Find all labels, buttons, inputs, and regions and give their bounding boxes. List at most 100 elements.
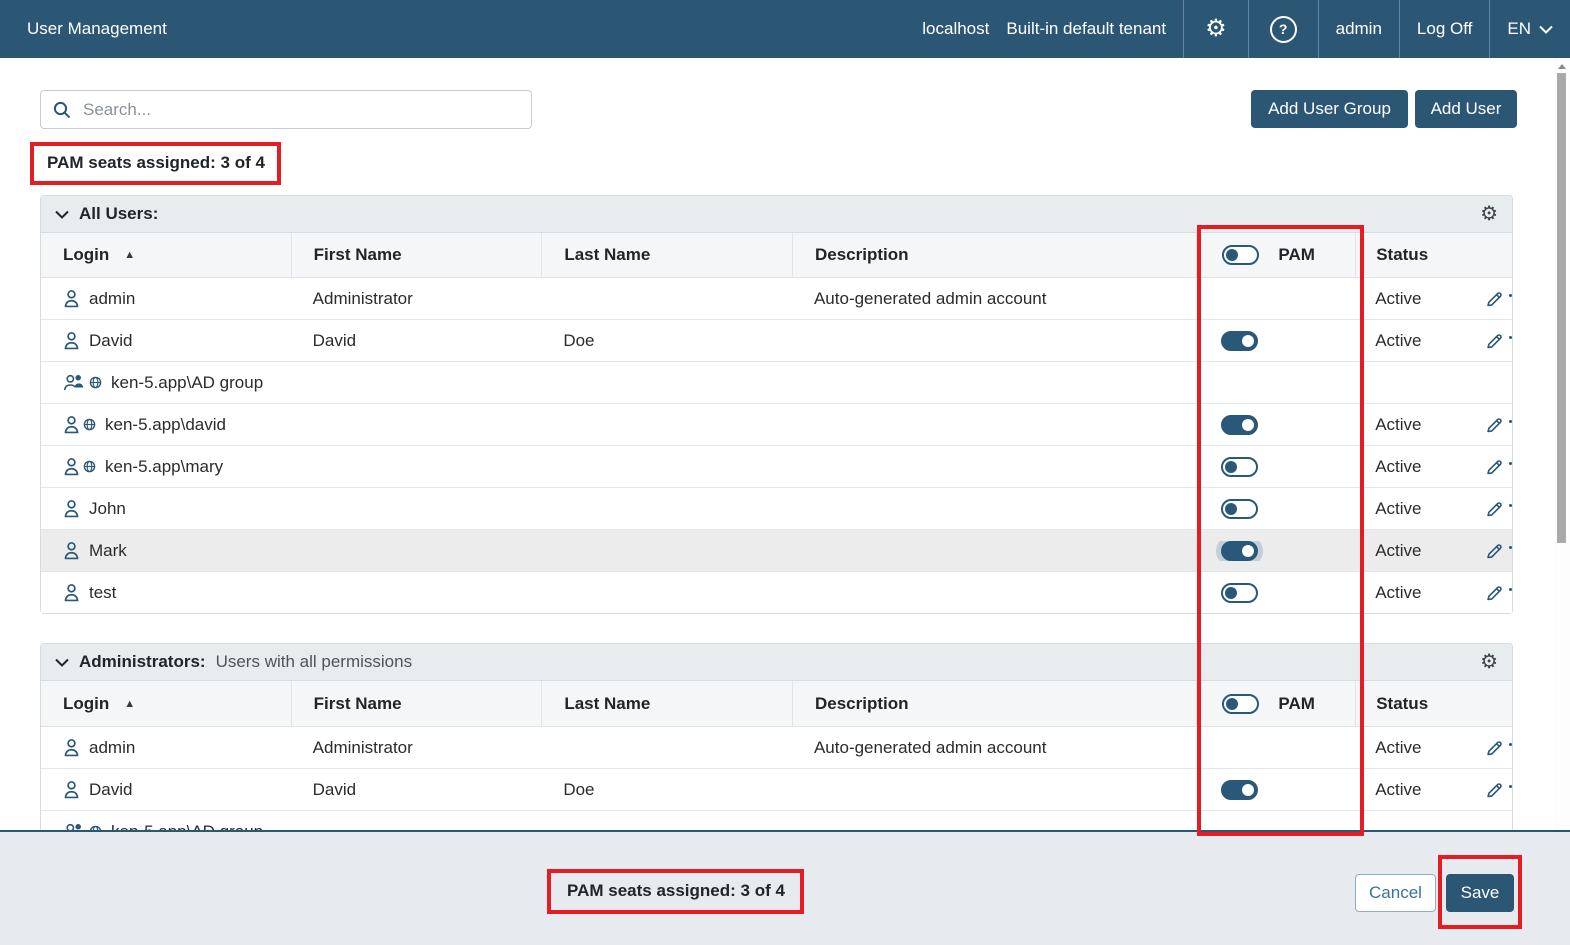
- status-cell: Active: [1355, 541, 1512, 561]
- table-row[interactable]: JohnActive: [41, 488, 1512, 530]
- scrollbar-thumb[interactable]: [1557, 73, 1566, 543]
- login-cell: admin: [41, 738, 291, 758]
- vertical-scrollbar[interactable]: [1554, 58, 1570, 832]
- status-cell: Active: [1355, 415, 1512, 435]
- edit-pencil-icon[interactable]: [1485, 331, 1504, 350]
- pam-toggle[interactable]: [1221, 499, 1258, 519]
- pam-toggle[interactable]: [1221, 583, 1258, 603]
- description-cell: Auto-generated admin account: [792, 738, 1196, 758]
- pam-cell: [1196, 415, 1355, 435]
- edit-pencil-icon[interactable]: [1485, 780, 1504, 799]
- first-name-cell: David: [291, 780, 542, 800]
- column-header-first-name[interactable]: First Name: [291, 681, 542, 726]
- pam-toggle[interactable]: [1221, 331, 1258, 351]
- pam-toggle[interactable]: [1221, 780, 1258, 800]
- current-user-menu[interactable]: admin: [1319, 0, 1399, 58]
- login-cell: admin: [41, 289, 291, 309]
- column-header-login[interactable]: Login ▲: [41, 233, 291, 277]
- login-label: ken-5.app\david: [105, 415, 226, 435]
- log-off-button[interactable]: Log Off: [1400, 0, 1489, 58]
- user-icon: [63, 583, 80, 602]
- globe-icon: [89, 376, 102, 389]
- table-row[interactable]: adminAdministratorAuto-generated admin a…: [41, 278, 1512, 320]
- login-label: admin: [89, 289, 135, 309]
- pam-toggle[interactable]: [1221, 541, 1258, 561]
- collapse-chevron-icon: [55, 658, 69, 667]
- sort-ascending-icon: ▲: [124, 249, 135, 261]
- search-box[interactable]: [40, 90, 532, 129]
- edit-pencil-icon[interactable]: [1485, 583, 1504, 602]
- clipped-glyph: [1509, 294, 1512, 297]
- section-gear-icon[interactable]: ⚙: [1480, 652, 1498, 672]
- user-globe-icon: [63, 415, 96, 434]
- login-cell: Mark: [41, 541, 291, 561]
- status-cell: Active: [1355, 780, 1512, 800]
- edit-pencil-icon[interactable]: [1485, 415, 1504, 434]
- globe-icon: [83, 460, 96, 473]
- table-row[interactable]: Mark Active: [41, 530, 1512, 572]
- pam-toggle[interactable]: [1221, 457, 1258, 477]
- section-title: Administrators:: [79, 652, 206, 672]
- column-header-last-name[interactable]: Last Name: [541, 233, 792, 277]
- user-group-icon: [63, 373, 86, 392]
- help-icon: ?: [1270, 16, 1297, 43]
- column-header-description[interactable]: Description: [792, 233, 1196, 277]
- search-input[interactable]: [81, 99, 519, 121]
- language-selector[interactable]: EN: [1490, 0, 1570, 58]
- login-cell: David: [41, 780, 291, 800]
- column-header-first-name[interactable]: First Name: [291, 233, 542, 277]
- edit-pencil-icon[interactable]: [1485, 289, 1504, 308]
- pam-toggle-all[interactable]: [1222, 694, 1259, 714]
- user-icon: [63, 738, 80, 757]
- help-button[interactable]: ?: [1249, 0, 1318, 58]
- table-row[interactable]: adminAdministratorAuto-generated admin a…: [41, 727, 1512, 769]
- table-row[interactable]: ken-5.app\AD group: [41, 362, 1512, 404]
- column-header-status[interactable]: Status: [1355, 681, 1512, 726]
- table-row[interactable]: ken-5.app\david Active: [41, 404, 1512, 446]
- login-cell: David: [41, 331, 291, 351]
- host-label: localhost: [905, 0, 997, 58]
- login-cell: ken-5.app\david: [41, 415, 291, 435]
- gear-icon: ⚙: [1205, 17, 1227, 41]
- section-subtitle: Users with all permissions: [216, 652, 413, 672]
- chevron-down-icon: [1539, 25, 1553, 34]
- administrators-section-header[interactable]: Administrators: Users with all permissio…: [41, 644, 1512, 681]
- section-gear-icon[interactable]: ⚙: [1480, 204, 1498, 224]
- top-navbar: User Management localhost Built-in defau…: [0, 0, 1570, 58]
- group-globe-icon: [63, 373, 102, 392]
- status-label: Active: [1375, 780, 1421, 800]
- column-header-login[interactable]: Login ▲: [41, 681, 291, 726]
- table-row[interactable]: DavidDavidDoeActive: [41, 320, 1512, 362]
- add-user-button[interactable]: Add User: [1415, 90, 1517, 128]
- user-icon: [63, 738, 80, 757]
- scrollbar-up-arrow[interactable]: [1558, 64, 1566, 69]
- add-user-group-button[interactable]: Add User Group: [1251, 90, 1408, 128]
- edit-pencil-icon[interactable]: [1485, 541, 1504, 560]
- last-name-cell: Doe: [541, 780, 792, 800]
- cancel-button[interactable]: Cancel: [1355, 874, 1436, 912]
- edit-pencil-icon[interactable]: [1485, 499, 1504, 518]
- login-label: Mark: [89, 541, 127, 561]
- login-label: David: [89, 331, 132, 351]
- settings-button[interactable]: ⚙: [1184, 0, 1248, 58]
- login-label: John: [89, 499, 126, 519]
- pam-seats-counter-bottom: PAM seats assigned: 3 of 4: [547, 869, 804, 914]
- last-name-cell: Doe: [541, 331, 792, 351]
- all-users-section-header[interactable]: All Users: ⚙: [41, 196, 1512, 233]
- main-content: All Users: ⚙ Login ▲ First Name Last Nam…: [40, 195, 1513, 853]
- save-button[interactable]: Save: [1446, 874, 1514, 912]
- table-row[interactable]: testActive: [41, 572, 1512, 613]
- table-row[interactable]: DavidDavidDoeActive: [41, 769, 1512, 811]
- section-title: All Users:: [79, 204, 158, 224]
- column-header-pam: PAM: [1196, 233, 1355, 277]
- column-header-status[interactable]: Status: [1355, 233, 1512, 277]
- edit-pencil-icon[interactable]: [1485, 457, 1504, 476]
- login-cell: ken-5.app\mary: [41, 457, 291, 477]
- column-header-last-name[interactable]: Last Name: [541, 681, 792, 726]
- status-label: Active: [1375, 457, 1421, 477]
- table-row[interactable]: ken-5.app\mary Active: [41, 446, 1512, 488]
- column-header-description[interactable]: Description: [792, 681, 1196, 726]
- pam-toggle-all[interactable]: [1222, 245, 1259, 265]
- edit-pencil-icon[interactable]: [1485, 738, 1504, 757]
- pam-toggle[interactable]: [1221, 415, 1258, 435]
